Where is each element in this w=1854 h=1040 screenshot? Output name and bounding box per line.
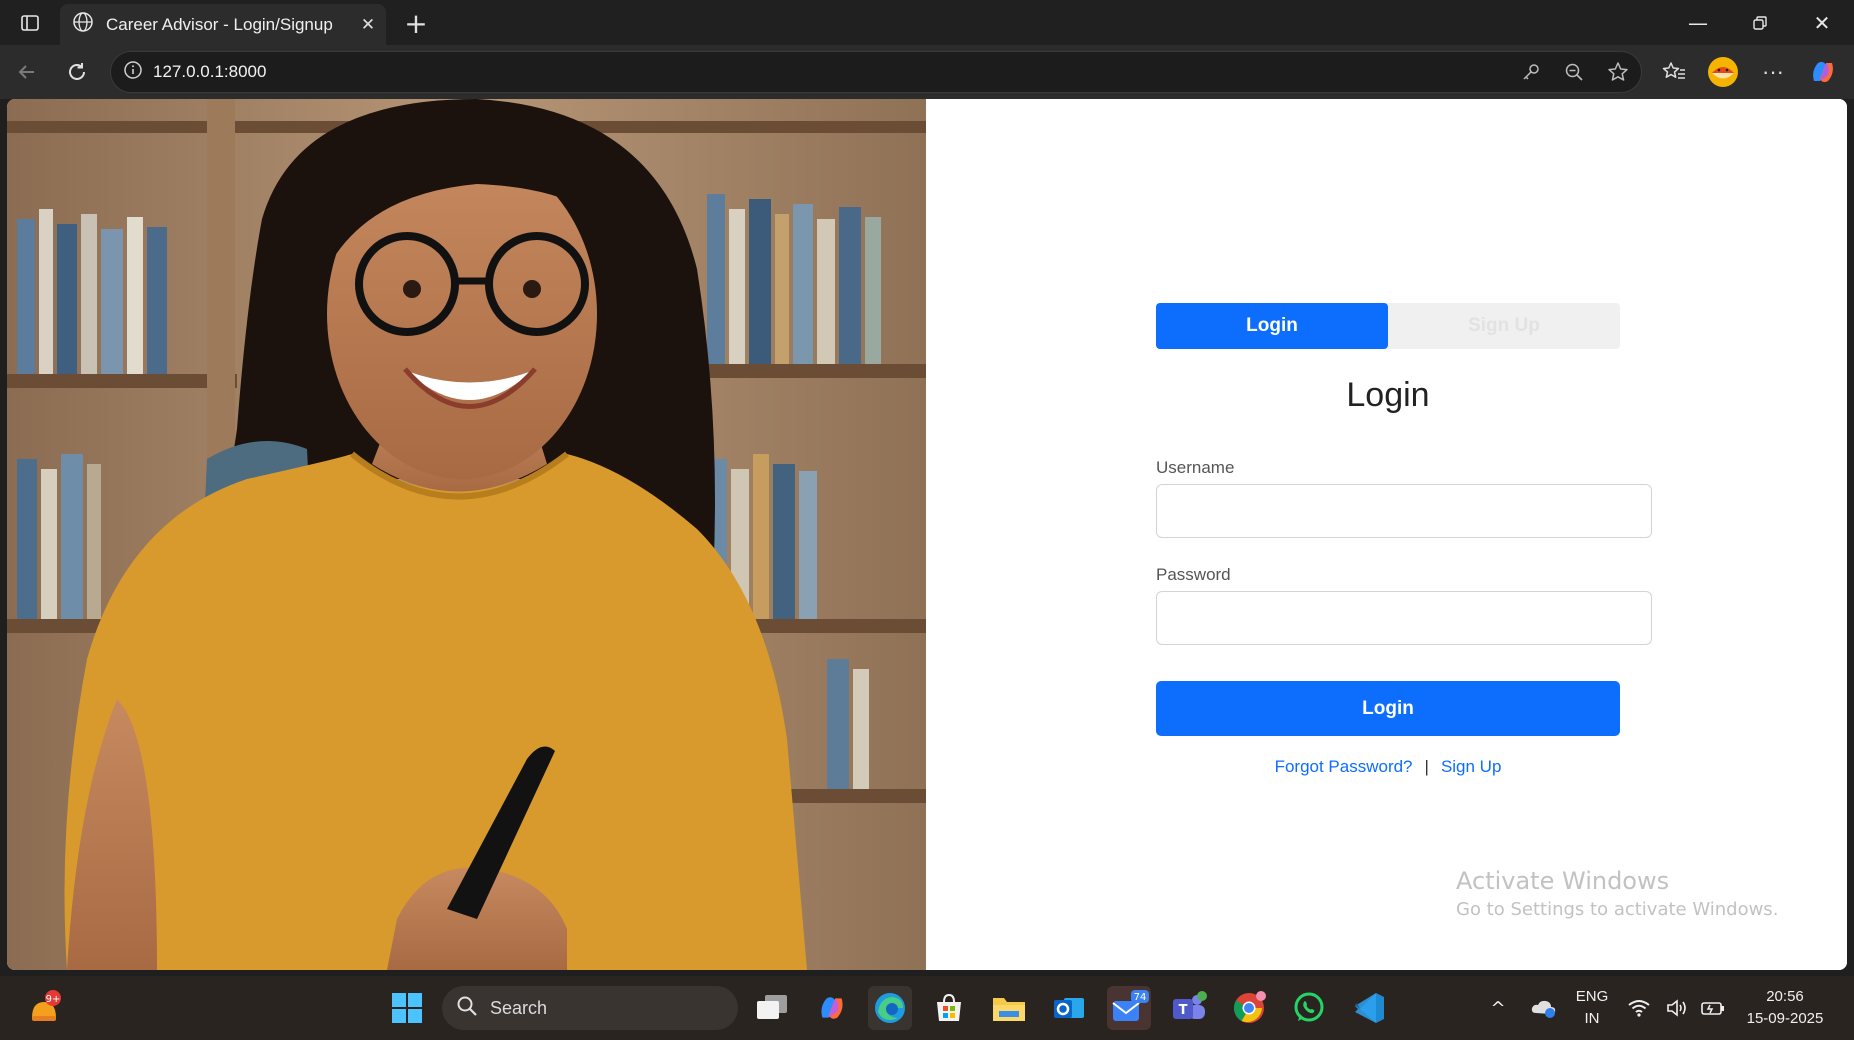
copilot-icon[interactable] <box>1804 53 1842 91</box>
widgets-icon[interactable]: 9+ <box>22 986 66 1030</box>
auth-tab-switch: Login Sign Up <box>1156 303 1620 349</box>
tab-login[interactable]: Login <box>1156 303 1388 349</box>
url-text[interactable]: 127.0.0.1:8000 <box>153 62 266 82</box>
browser-toolbar: 127.0.0.1:8000 ··· <box>0 45 1854 99</box>
more-menu-icon[interactable]: ··· <box>1754 53 1792 91</box>
link-separator: | <box>1424 757 1429 776</box>
minimize-icon[interactable]: — <box>1668 0 1728 45</box>
page-viewport: Login Sign Up Login Username Password Lo… <box>7 99 1847 970</box>
windows-taskbar: 9+ Search 74 T ^ ENG IN 20:56 15-09-2025 <box>0 976 1854 1040</box>
password-input[interactable] <box>1156 591 1652 645</box>
back-icon[interactable] <box>8 53 46 91</box>
username-input[interactable] <box>1156 484 1652 538</box>
chrome-icon[interactable] <box>1227 986 1271 1030</box>
close-tab-icon[interactable]: ✕ <box>350 15 386 35</box>
form-heading: Login <box>1346 376 1430 414</box>
mail-badge: 74 <box>1134 992 1147 1003</box>
wifi-icon[interactable] <box>1622 986 1656 1030</box>
copilot-taskbar-icon[interactable] <box>810 986 854 1030</box>
taskbar-search[interactable]: Search <box>442 986 738 1030</box>
profile-avatar-icon[interactable] <box>1704 53 1742 91</box>
login-submit-button[interactable]: Login <box>1156 681 1620 736</box>
favorites-icon[interactable] <box>1655 53 1693 91</box>
search-placeholder: Search <box>490 997 548 1018</box>
watermark-title: Activate Windows <box>1456 867 1670 895</box>
watermark-subtitle: Go to Settings to activate Windows. <box>1456 899 1779 920</box>
whatsapp-icon[interactable] <box>1287 986 1331 1030</box>
language-indicator[interactable]: ENG IN <box>1572 986 1612 1030</box>
region-code: IN <box>1584 1010 1600 1027</box>
refresh-icon[interactable] <box>58 53 96 91</box>
vscode-icon[interactable] <box>1347 986 1391 1030</box>
password-label: Password <box>1156 565 1231 584</box>
svg-text:T: T <box>1179 1003 1188 1018</box>
edge-browser-icon[interactable] <box>868 986 912 1030</box>
sidebar-toggle-icon[interactable] <box>0 0 60 45</box>
microsoft-store-icon[interactable] <box>927 986 971 1030</box>
language-code: ENG <box>1575 988 1609 1005</box>
zoom-out-icon[interactable] <box>1561 59 1587 85</box>
activate-windows-watermark: Activate Windows Go to Settings to activ… <box>1456 867 1778 920</box>
new-tab-icon[interactable]: + <box>396 4 436 42</box>
username-label: Username <box>1156 458 1235 477</box>
browser-titlebar: Career Advisor - Login/Signup ✕ + — ✕ <box>0 0 1854 45</box>
clock-date: 15-09-2025 <box>1746 1010 1824 1027</box>
start-windows-icon[interactable] <box>385 986 429 1030</box>
outlook-icon[interactable] <box>1047 986 1091 1030</box>
battery-icon[interactable] <box>1696 986 1730 1030</box>
clock[interactable]: 20:56 15-09-2025 <box>1738 986 1832 1030</box>
mail-icon[interactable]: 74 <box>1107 986 1151 1030</box>
browser-tab[interactable]: Career Advisor - Login/Signup ✕ <box>60 4 386 45</box>
tab-signup[interactable]: Sign Up <box>1388 303 1620 349</box>
file-explorer-icon[interactable] <box>987 986 1031 1030</box>
signup-link[interactable]: Sign Up <box>1441 757 1501 777</box>
chevron-up-icon[interactable]: ^ <box>1476 986 1520 1030</box>
restore-icon[interactable] <box>1730 0 1790 45</box>
info-icon[interactable] <box>123 60 143 85</box>
teams-icon[interactable]: T <box>1167 986 1211 1030</box>
tab-title: Career Advisor - Login/Signup <box>106 14 333 34</box>
address-bar[interactable]: 127.0.0.1:8000 <box>110 51 1642 93</box>
task-view-icon[interactable] <box>750 986 794 1030</box>
login-panel: Login Sign Up Login Username Password Lo… <box>926 99 1847 970</box>
search-icon <box>456 995 478 1022</box>
widgets-badge: 9+ <box>46 994 61 1005</box>
onedrive-icon[interactable] <box>1522 986 1566 1030</box>
volume-icon[interactable] <box>1660 986 1694 1030</box>
forgot-password-link[interactable]: Forgot Password? <box>1275 757 1413 777</box>
auth-links: Forgot Password? | Sign Up <box>1156 757 1620 777</box>
hero-photo <box>7 99 926 970</box>
close-window-icon[interactable]: ✕ <box>1792 0 1852 45</box>
globe-icon <box>72 11 94 38</box>
favorite-star-icon[interactable] <box>1605 59 1631 85</box>
clock-time: 20:56 <box>1766 988 1804 1005</box>
key-icon[interactable] <box>1518 59 1544 85</box>
